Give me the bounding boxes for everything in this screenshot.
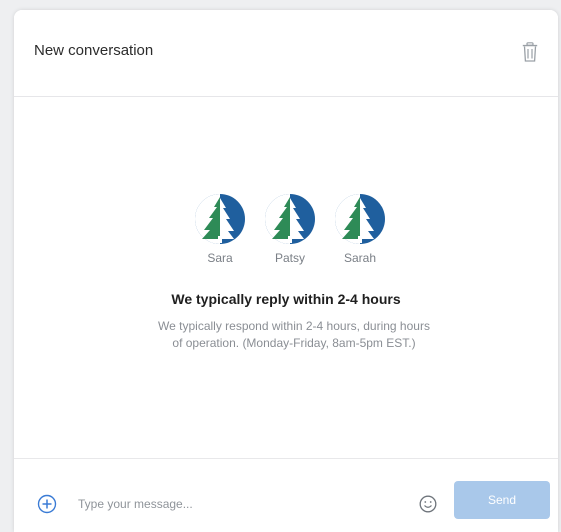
agent-sarah: Sarah (330, 193, 390, 265)
tree-logo-icon (195, 194, 245, 244)
trash-icon[interactable] (522, 42, 538, 62)
agent-patsy: Patsy (260, 193, 320, 265)
description-line-2: of operation. (Monday-Friday, 8am-5pm ES… (172, 336, 416, 350)
agent-name: Sara (207, 251, 233, 265)
agent-sara: Sara (190, 193, 250, 265)
tree-logo-icon (335, 194, 385, 244)
chat-panel: New conversation Sara Patsy Sarah We typ… (14, 10, 558, 532)
reply-time-heading: We typically reply within 2-4 hours (171, 291, 401, 307)
message-composer: Send (14, 458, 558, 532)
smiley-icon[interactable] (419, 495, 437, 513)
reply-time-description: We typically respond within 2-4 hours, d… (114, 318, 474, 352)
agent-name: Patsy (274, 251, 305, 265)
chat-header: New conversation (14, 10, 558, 97)
agent-avatars: Sara Patsy Sarah (190, 193, 390, 277)
message-input[interactable] (76, 491, 410, 517)
conversation-title: New conversation (34, 42, 154, 59)
plus-circle-icon[interactable] (37, 494, 57, 514)
tree-logo-icon (265, 194, 315, 244)
description-line-1: We typically respond within 2-4 hours, d… (158, 319, 430, 333)
agent-name: Sarah (343, 251, 377, 265)
send-button[interactable]: Send (454, 481, 550, 519)
